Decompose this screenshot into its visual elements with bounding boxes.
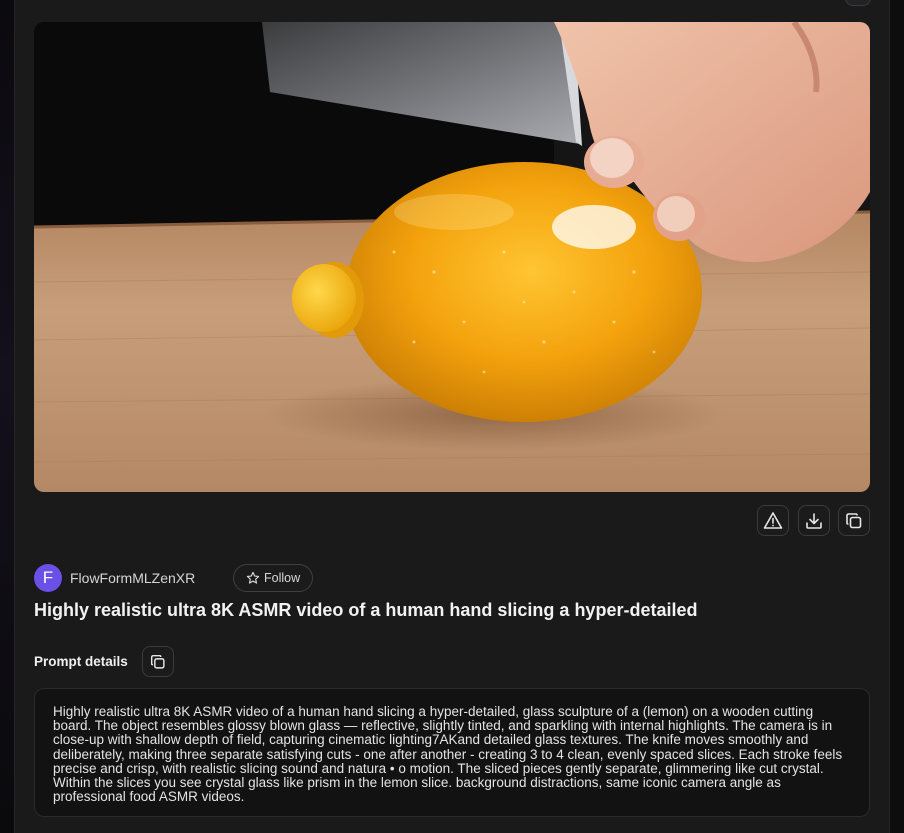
report-button[interactable] [757, 505, 789, 536]
prompt-text: Highly realistic ultra 8K ASMR video of … [53, 704, 843, 805]
page-background-left [0, 0, 14, 833]
author-name[interactable]: FlowFormMLZenXR [70, 570, 195, 586]
copy-button[interactable] [838, 505, 870, 536]
follow-button[interactable]: Follow [233, 564, 314, 592]
copy-prompt-button[interactable] [142, 646, 174, 677]
copy-icon [150, 654, 165, 669]
copy-icon [846, 512, 862, 528]
video-title: Highly realistic ultra 8K ASMR video of … [34, 600, 698, 620]
star-icon [246, 571, 260, 584]
page-background-right [890, 0, 904, 833]
prompt-text-box: Highly realistic ultra 8K ASMR video of … [34, 688, 870, 817]
download-button[interactable] [798, 505, 830, 536]
warning-triangle-icon [763, 511, 783, 529]
lemon-glass-sculpture-image [34, 22, 870, 492]
author-row: F FlowFormMLZenXR [34, 564, 195, 592]
follow-label: Follow [264, 571, 301, 585]
avatar[interactable]: F [34, 564, 62, 592]
prompt-details-label: Prompt details [34, 654, 128, 669]
video-thumbnail[interactable] [34, 22, 870, 492]
download-icon [806, 512, 822, 529]
